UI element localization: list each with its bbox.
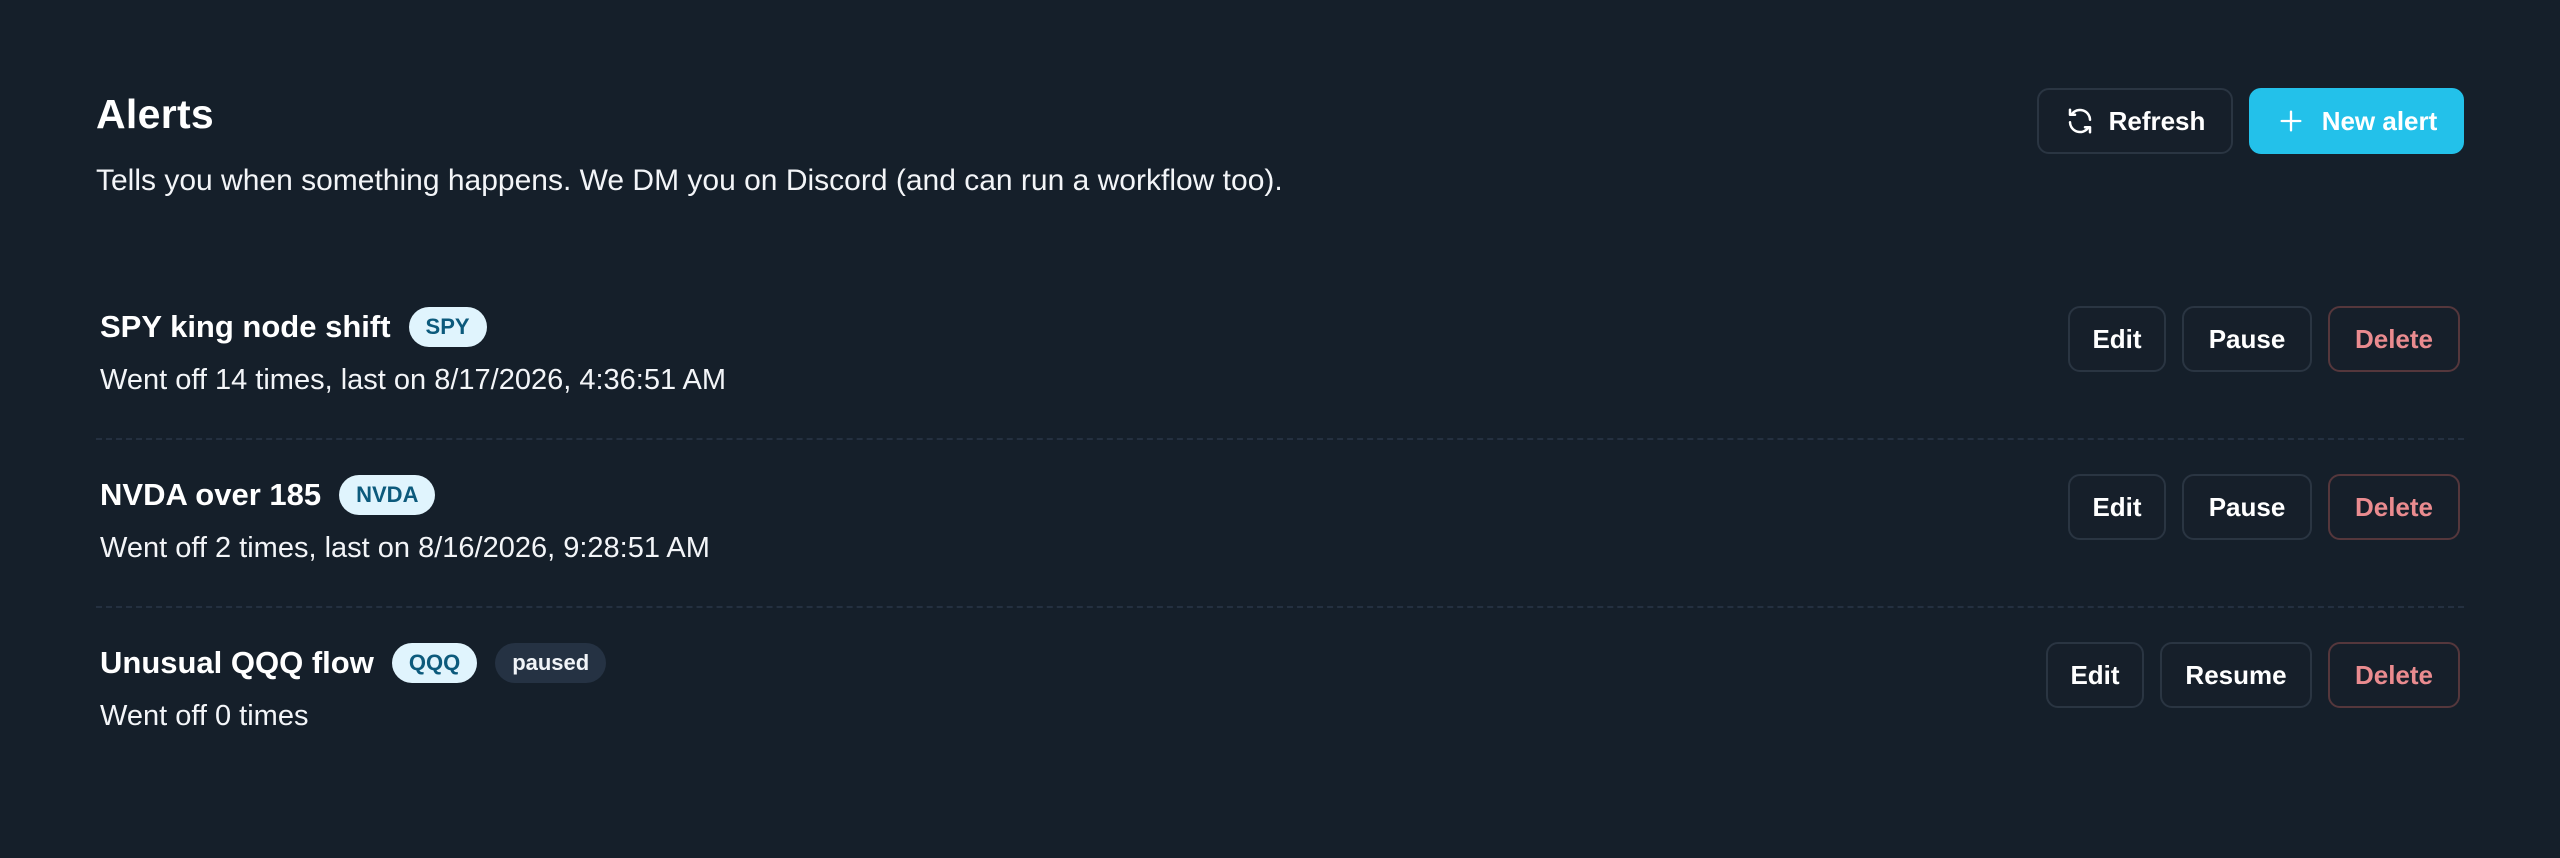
pause-button[interactable]: Pause xyxy=(2182,474,2312,540)
edit-button[interactable]: Edit xyxy=(2068,306,2166,372)
alert-actions: Edit Resume Delete xyxy=(2046,642,2460,708)
delete-button[interactable]: Delete xyxy=(2328,306,2460,372)
alert-row: NVDA over 185 NVDA Went off 2 times, las… xyxy=(96,440,2464,608)
delete-button[interactable]: Delete xyxy=(2328,474,2460,540)
alert-title-line: Unusual QQQ flow QQQ paused xyxy=(100,643,607,684)
ticker-badge: NVDA xyxy=(339,475,436,516)
header-actions: Refresh New alert xyxy=(2037,88,2464,154)
alert-name: NVDA over 185 xyxy=(100,477,322,513)
alert-row: Unusual QQQ flow QQQ paused Went off 0 t… xyxy=(96,608,2464,774)
alert-actions: Edit Pause Delete xyxy=(2068,474,2460,540)
edit-button[interactable]: Edit xyxy=(2068,474,2166,540)
page-title: Alerts xyxy=(96,91,215,137)
ticker-badge: SPY xyxy=(408,307,487,348)
alert-meta: Went off 0 times xyxy=(100,700,309,732)
plus-icon xyxy=(2276,106,2306,136)
refresh-button[interactable]: Refresh xyxy=(2037,88,2233,154)
alert-actions: Edit Pause Delete xyxy=(2068,306,2460,372)
ticker-badge: QQQ xyxy=(391,643,478,684)
delete-button[interactable]: Delete xyxy=(2328,642,2460,708)
refresh-button-label: Refresh xyxy=(2108,105,2206,136)
resume-button[interactable]: Resume xyxy=(2160,642,2312,708)
edit-button[interactable]: Edit xyxy=(2046,642,2144,708)
alerts-list: SPY king node shift SPY Went off 14 time… xyxy=(96,272,2464,774)
new-alert-button-label: New alert xyxy=(2321,105,2438,136)
alert-meta: Went off 2 times, last on 8/16/2026, 9:2… xyxy=(100,532,710,564)
alert-meta: Went off 14 times, last on 8/17/2026, 4:… xyxy=(100,364,727,396)
alert-title-line: NVDA over 185 NVDA xyxy=(100,475,436,516)
alert-name: Unusual QQQ flow xyxy=(100,645,374,681)
status-badge: paused xyxy=(495,643,607,684)
new-alert-button[interactable]: New alert xyxy=(2249,88,2464,154)
alert-row: SPY king node shift SPY Went off 14 time… xyxy=(96,272,2464,440)
alert-name: SPY king node shift xyxy=(100,309,391,345)
refresh-icon xyxy=(2065,106,2095,136)
pause-button[interactable]: Pause xyxy=(2182,306,2312,372)
page-header: Alerts Tells you when something happens.… xyxy=(96,88,2464,228)
alert-title-line: SPY king node shift SPY xyxy=(100,307,487,348)
alerts-page: Alerts Tells you when something happens.… xyxy=(0,0,2560,858)
page-subtitle: Tells you when something happens. We DM … xyxy=(96,164,1283,197)
